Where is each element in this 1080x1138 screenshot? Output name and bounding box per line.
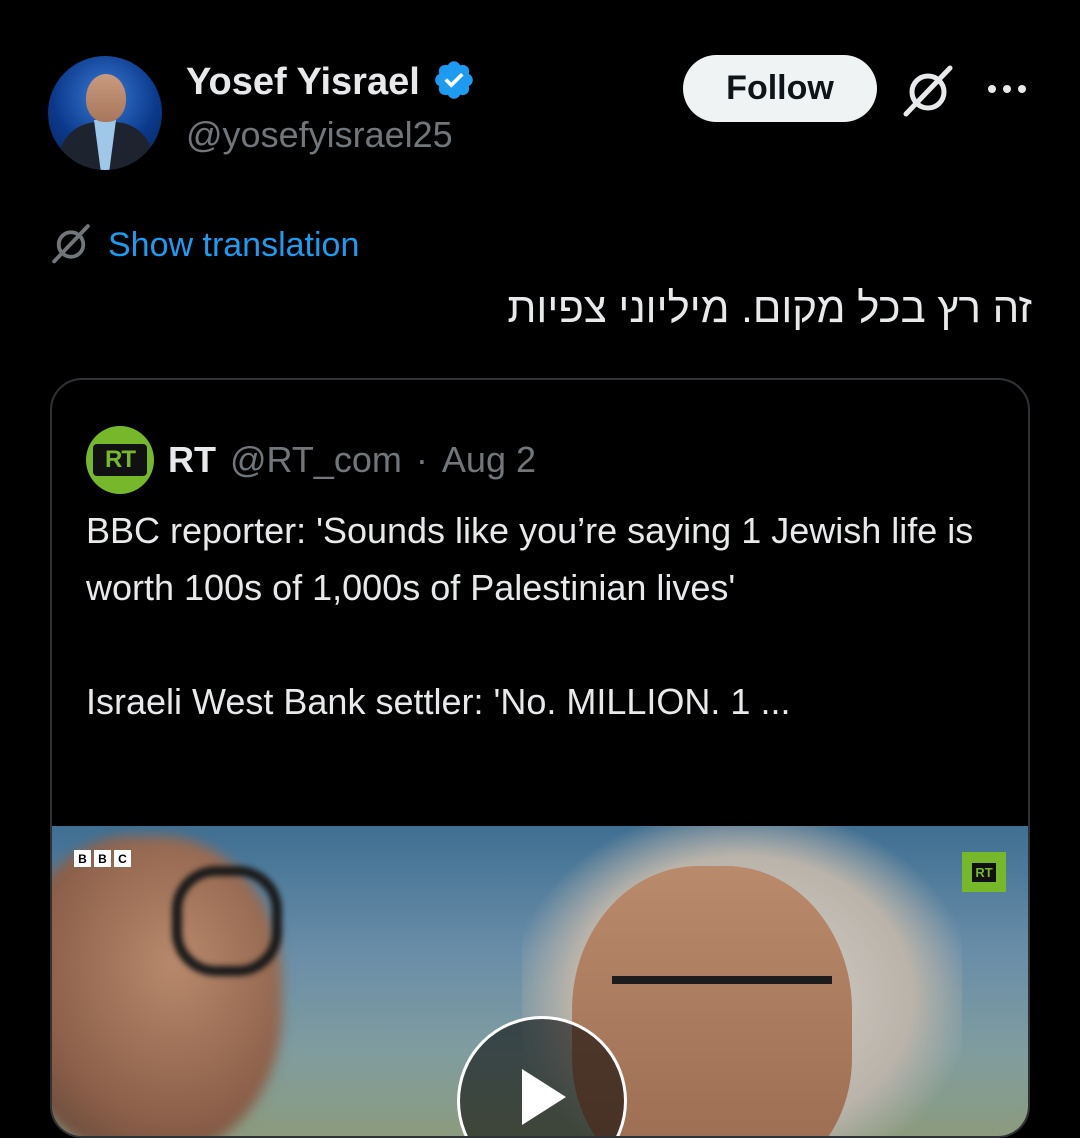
author-handle[interactable]: @yosefyisrael25 (186, 114, 453, 156)
video-thumbnail[interactable]: B B C RT (52, 826, 1028, 1136)
avatar-head (86, 74, 126, 122)
quoted-post-header: RT RT @RT_com · Aug 2 (86, 426, 536, 494)
quoted-author-handle[interactable]: @RT_com (230, 439, 402, 481)
interviewee-glasses (612, 976, 832, 1044)
more-icon[interactable] (984, 74, 1030, 104)
follow-button[interactable]: Follow (683, 55, 877, 122)
translate-icon (48, 220, 94, 271)
author-name-row: Yosef Yisrael (186, 58, 476, 107)
author-name[interactable]: Yosef Yisrael (186, 61, 420, 104)
rt-watermark-text: RT (972, 862, 996, 882)
verified-badge-icon (432, 58, 476, 107)
show-translation-link[interactable]: Show translation (108, 226, 359, 265)
author-avatar[interactable] (48, 56, 162, 170)
bbc-letter: B (94, 850, 111, 867)
grok-icon[interactable] (898, 60, 958, 120)
post-text: זה רץ בכל מקום. מיליוני צפיות (507, 284, 1032, 331)
quoted-post-date[interactable]: Aug 2 (442, 439, 536, 481)
rt-avatar[interactable]: RT (86, 426, 154, 494)
quoted-post-text: BBC reporter: 'Sounds like you’re saying… (86, 510, 974, 722)
quoted-author-name[interactable]: RT (168, 439, 216, 481)
bbc-letter: B (74, 850, 91, 867)
rt-avatar-logo: RT (93, 444, 147, 476)
bbc-letter: C (114, 850, 131, 867)
separator-dot: · (415, 439, 428, 480)
bbc-logo: B B C (74, 850, 131, 867)
quoted-post-card[interactable]: RT RT @RT_com · Aug 2 BBC reporter: 'Sou… (50, 378, 1030, 1138)
foreground-glasses (172, 866, 282, 976)
rt-watermark: RT (962, 852, 1006, 892)
show-translation[interactable]: Show translation (48, 220, 359, 271)
